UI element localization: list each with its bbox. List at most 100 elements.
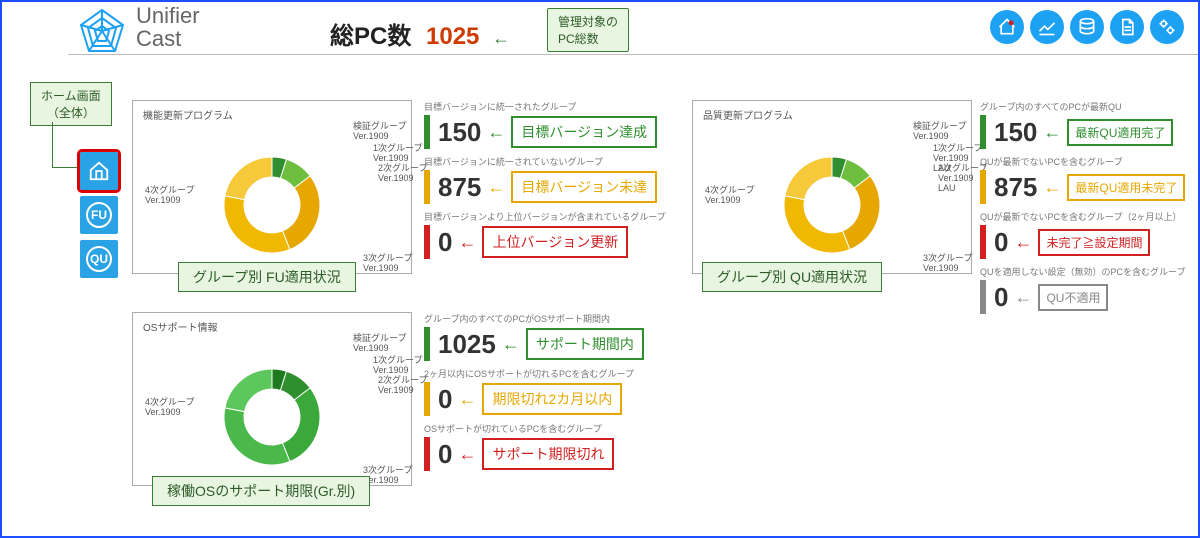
card-fu: 機能更新プログラム 検証グループVer.19091次グループVer.19092次… — [132, 100, 412, 274]
arrow-left-icon: ← — [458, 232, 476, 253]
card-qu: 品質更新プログラム 検証グループVer.19091次グループVer.1909LA… — [692, 100, 972, 274]
card-qu-title: 品質更新プログラム — [703, 107, 961, 122]
donut-fu: 検証グループVer.19091次グループVer.19092次グループVer.19… — [143, 126, 401, 276]
top-icon-bar — [990, 10, 1184, 44]
metric-title: 目標バージョンに統一されていないグループ — [424, 155, 684, 168]
donut-legend-item: 4次グループVer.1909 — [145, 186, 194, 206]
metric-value: 0 — [994, 227, 1008, 258]
metric-bar — [980, 170, 986, 204]
donut-legend-item: 1次グループVer.1909 — [373, 356, 422, 376]
metric-row: グループ内のすべてのPCが最新QU 150 ← 最新QU適用完了 — [980, 100, 1195, 149]
donut-os: 検証グループVer.19091次グループVer.19092次グループVer.19… — [143, 338, 401, 488]
metric-title: OSサポートが切れているPCを含むグループ — [424, 422, 704, 435]
chart-icon[interactable] — [1030, 10, 1064, 44]
metric-bar — [980, 115, 986, 149]
donut-legend-item: 検証グループVer.1909 — [913, 122, 966, 142]
metric-bar — [424, 225, 430, 259]
nav-fu[interactable]: FU — [80, 196, 118, 234]
metric-bar — [424, 437, 430, 471]
metric-row: QUが最新でないPCを含むグループ 875 ← 最新QU適用未完了 — [980, 155, 1195, 204]
total-pc-title: 総PC数 1025 ← — [330, 16, 516, 51]
arrow-left-icon: ← — [1014, 287, 1032, 308]
total-pc-note: 管理対象の PC総数 — [547, 8, 629, 52]
metric-label: 上位バージョン更新 — [482, 226, 628, 258]
donut-legend-item: 3次グループVer.1909 — [363, 466, 412, 486]
donut-legend-item: 検証グループVer.1909 — [353, 334, 406, 354]
metric-title: 目標バージョンより上位バージョンが含まれているグループ — [424, 210, 684, 223]
metric-bar — [424, 327, 430, 361]
brand-logo-icon — [77, 6, 127, 56]
arrow-left-icon: ← — [458, 389, 476, 410]
metric-label: 未完了≧設定期間 — [1038, 229, 1150, 256]
metric-row: グループ内のすべてのPCがOSサポート期間内 1025 ← サポート期間内 — [424, 312, 704, 361]
arrow-left-icon: ← — [487, 122, 505, 143]
total-pc-value: 1025 — [426, 23, 479, 50]
arrow-left-icon: ← — [1043, 122, 1061, 143]
metric-value: 875 — [438, 172, 481, 203]
arrow-left-icon: ← — [458, 444, 476, 465]
brand-name: UnifierCast — [136, 4, 200, 50]
metric-title: グループ内のすべてのPCが最新QU — [980, 100, 1195, 113]
metric-bar — [424, 382, 430, 416]
callout-qu: グループ別 QU適用状況 — [702, 262, 882, 292]
metric-bar — [980, 225, 986, 259]
metric-bar — [424, 115, 430, 149]
metric-title: QUが最新でないPCを含むグループ（2ヶ月以上） — [980, 210, 1195, 223]
document-icon[interactable] — [1110, 10, 1144, 44]
nav-home[interactable] — [80, 152, 118, 190]
metrics-qu: グループ内のすべてのPCが最新QU 150 ← 最新QU適用完了 QUが最新でな… — [980, 100, 1195, 320]
metric-bar — [424, 170, 430, 204]
metric-row: 目標バージョンに統一されたグループ 150 ← 目標バージョン達成 — [424, 100, 684, 149]
metric-row: OSサポートが切れているPCを含むグループ 0 ← サポート期限切れ — [424, 422, 704, 471]
donut-legend-item: 3次グループVer.1909 — [923, 254, 972, 274]
card-fu-title: 機能更新プログラム — [143, 107, 401, 122]
metric-row: QUを適用しない設定（無効）のPCを含むグループ 0 ← QU不適用 — [980, 265, 1195, 314]
metrics-os: グループ内のすべてのPCがOSサポート期間内 1025 ← サポート期間内 2ヶ… — [424, 312, 704, 477]
arrow-left-icon: ← — [1014, 232, 1032, 253]
metric-value: 0 — [994, 282, 1008, 313]
metric-row: QUが最新でないPCを含むグループ（2ヶ月以上） 0 ← 未完了≧設定期間 — [980, 210, 1195, 259]
header-divider — [68, 54, 1198, 55]
home-screen-label: ホーム画面 （全体） — [30, 82, 112, 126]
metric-label: 最新QU適用未完了 — [1067, 174, 1185, 201]
donut-legend-item: 2次グループVer.1909 — [378, 164, 427, 184]
metric-title: 2ヶ月以内にOSサポートが切れるPCを含むグループ — [424, 367, 704, 380]
donut-legend-item: 検証グループVer.1909 — [353, 122, 406, 142]
metric-row: 目標バージョンより上位バージョンが含まれているグループ 0 ← 上位バージョン更… — [424, 210, 684, 259]
donut-legend-item: 1次グループVer.1909 — [373, 144, 422, 164]
donut-legend-item: 3次グループVer.1909 — [363, 254, 412, 274]
metric-bar — [980, 280, 986, 314]
arrow-left-icon: ← — [1043, 177, 1061, 198]
metric-label: 期限切れ2カ月以内 — [482, 383, 622, 415]
database-icon[interactable] — [1070, 10, 1104, 44]
metric-label: 目標バージョン未達 — [511, 171, 657, 203]
metric-label: サポート期限切れ — [482, 438, 614, 470]
nav-qu[interactable]: QU — [80, 240, 118, 278]
metrics-fu: 目標バージョンに統一されたグループ 150 ← 目標バージョン達成 目標バージョ… — [424, 100, 684, 265]
settings-icon[interactable] — [1150, 10, 1184, 44]
donut-qu: 検証グループVer.19091次グループVer.1909LAU2次グループVer… — [703, 126, 961, 276]
card-os: OSサポート情報 検証グループVer.19091次グループVer.19092次グ… — [132, 312, 412, 486]
metric-label: サポート期間内 — [526, 328, 644, 360]
metric-row: 2ヶ月以内にOSサポートが切れるPCを含むグループ 0 ← 期限切れ2カ月以内 — [424, 367, 704, 416]
arrow-left-icon: ← — [502, 334, 520, 355]
metric-value: 1025 — [438, 329, 496, 360]
metric-row: 目標バージョンに統一されていないグループ 875 ← 目標バージョン未達 — [424, 155, 684, 204]
dashboard-icon[interactable] — [990, 10, 1024, 44]
donut-legend-item: 4次グループVer.1909 — [145, 398, 194, 418]
app-frame: UnifierCast 総PC数 1025 ← 管理対象の PC総数 ホーム画面… — [0, 0, 1200, 538]
callout-fu: グループ別 FU適用状況 — [178, 262, 356, 292]
metric-value: 150 — [994, 117, 1037, 148]
metric-label: 最新QU適用完了 — [1067, 119, 1173, 146]
metric-label: QU不適用 — [1038, 284, 1108, 311]
donut-legend-item: 4次グループVer.1909 — [705, 186, 754, 206]
metric-label: 目標バージョン達成 — [511, 116, 657, 148]
metric-value: 0 — [438, 384, 452, 415]
metric-value: 150 — [438, 117, 481, 148]
callout-os: 稼働OSのサポート期限(Gr.別) — [152, 476, 370, 506]
donut-legend-item: 2次グループVer.1909 — [378, 376, 427, 396]
side-nav: FU QU — [80, 152, 118, 278]
home-connector-line — [52, 122, 82, 168]
metric-value: 0 — [438, 439, 452, 470]
metric-value: 0 — [438, 227, 452, 258]
